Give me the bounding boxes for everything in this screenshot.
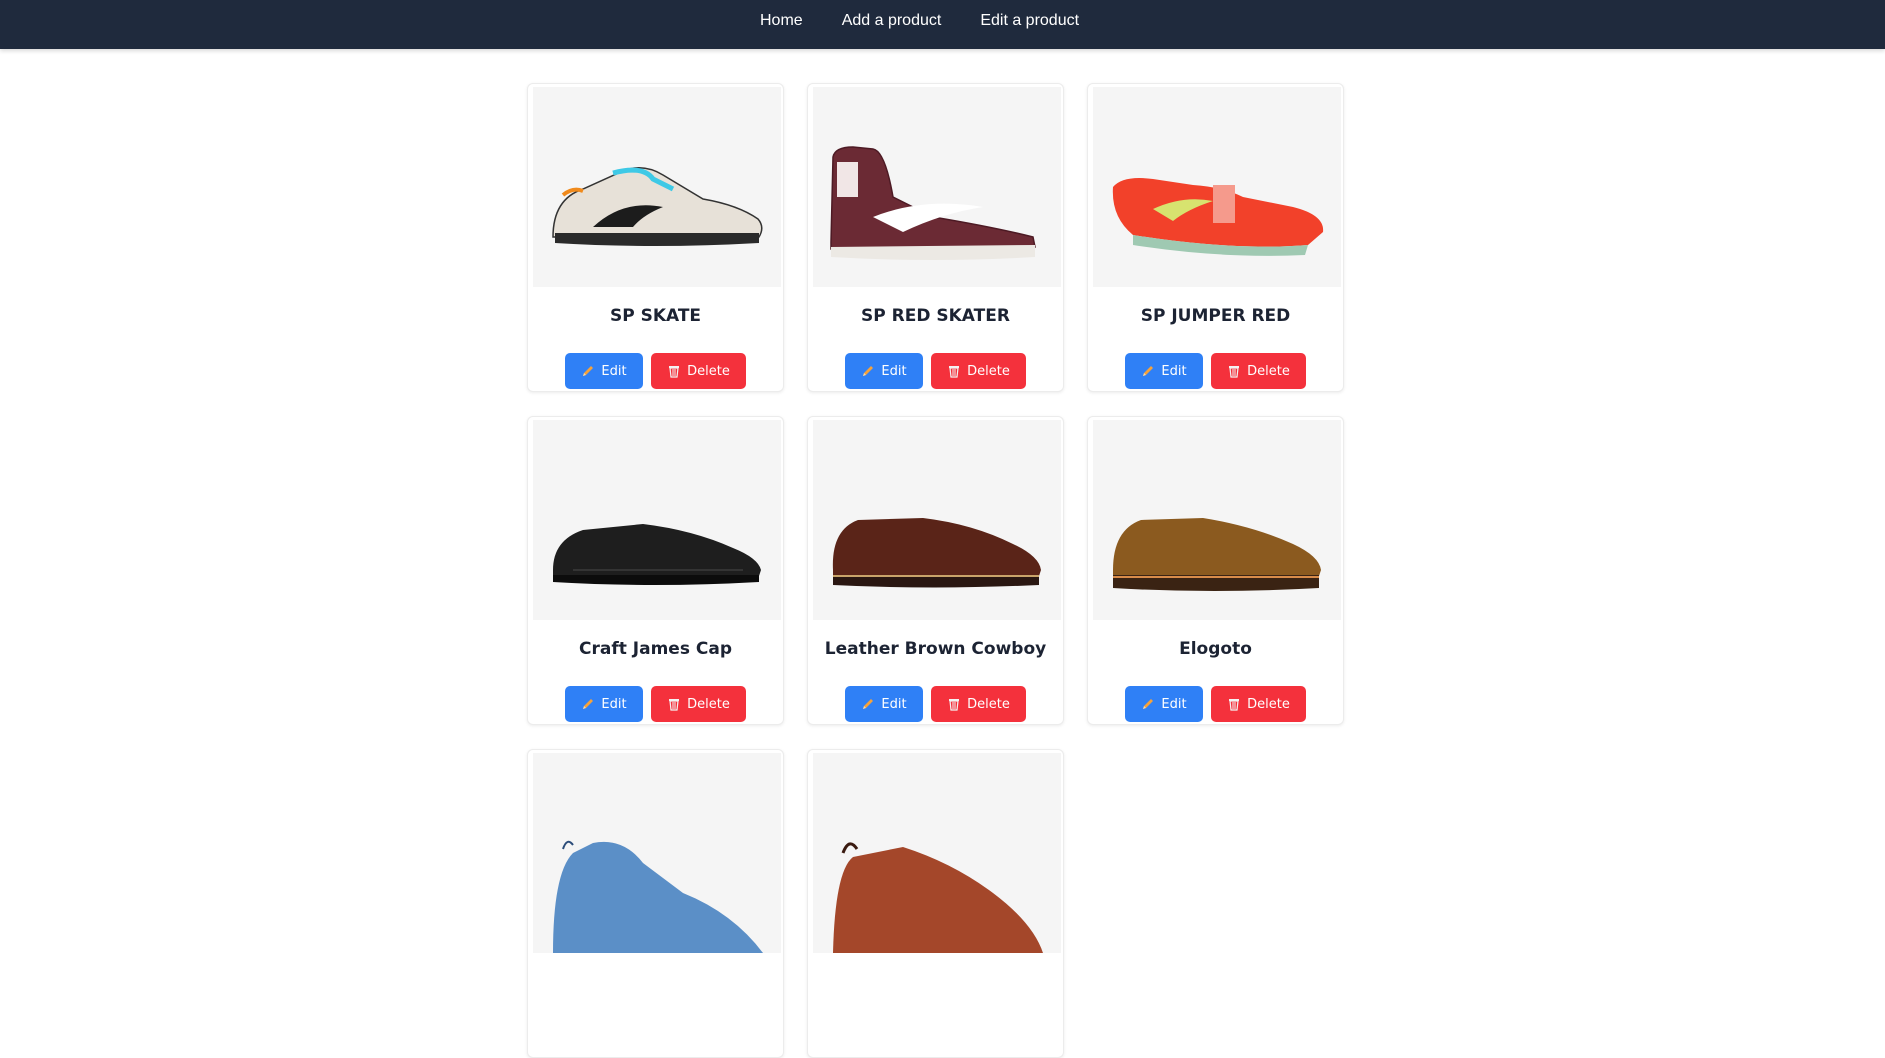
suede-brown-icon xyxy=(1093,420,1341,620)
edit-label: Edit xyxy=(881,363,907,379)
spike-red-icon xyxy=(1093,87,1341,287)
product-image xyxy=(813,753,1061,953)
nav-links: Home Add a product Edit a product xyxy=(760,0,1118,41)
oxford-black-icon xyxy=(533,420,781,620)
rust-shoe-icon xyxy=(813,753,1061,953)
delete-button[interactable]: Delete xyxy=(931,686,1026,722)
delete-label: Delete xyxy=(967,363,1010,379)
trash-icon xyxy=(669,699,680,711)
delete-button[interactable]: Delete xyxy=(651,686,746,722)
product-image xyxy=(1093,420,1341,620)
edit-button[interactable]: Edit xyxy=(845,686,923,722)
edit-label: Edit xyxy=(1161,696,1187,712)
product-image xyxy=(533,87,781,287)
delete-button[interactable]: Delete xyxy=(1211,353,1306,389)
brogue-brown-icon xyxy=(813,420,1061,620)
product-image xyxy=(813,87,1061,287)
nav-home[interactable]: Home xyxy=(760,12,803,30)
pencil-icon xyxy=(863,366,874,376)
sneaker-burgundy-high-icon xyxy=(813,87,1061,287)
product-card: Elogoto Edit Delete xyxy=(1087,416,1344,725)
product-actions: Edit Delete xyxy=(808,686,1063,722)
product-card: SP SKATE Edit Delete xyxy=(527,83,784,392)
pencil-icon xyxy=(583,699,594,709)
product-name: Craft James Cap xyxy=(579,639,732,659)
blue-sneaker-icon xyxy=(533,753,781,953)
delete-label: Delete xyxy=(967,696,1010,712)
delete-button[interactable]: Delete xyxy=(1211,686,1306,722)
trash-icon xyxy=(1229,366,1240,378)
delete-label: Delete xyxy=(1247,696,1290,712)
product-name: Leather Brown Cowboy xyxy=(824,639,1047,659)
product-image xyxy=(533,753,781,953)
product-grid: SP SKATE Edit Delete SP RED SKATER Edit … xyxy=(527,83,1347,1058)
trash-icon xyxy=(949,366,960,378)
sneaker-safari-icon xyxy=(533,87,781,287)
edit-label: Edit xyxy=(881,696,907,712)
pencil-icon xyxy=(1143,699,1154,709)
edit-label: Edit xyxy=(601,696,627,712)
delete-button[interactable]: Delete xyxy=(651,353,746,389)
product-image xyxy=(813,420,1061,620)
delete-label: Delete xyxy=(687,363,730,379)
product-card: Craft James Cap Edit Delete xyxy=(527,416,784,725)
product-actions: Edit Delete xyxy=(1088,353,1343,389)
product-card xyxy=(527,749,784,1058)
edit-button[interactable]: Edit xyxy=(565,686,643,722)
edit-button[interactable]: Edit xyxy=(1125,686,1203,722)
product-image xyxy=(533,420,781,620)
product-card xyxy=(807,749,1064,1058)
delete-button[interactable]: Delete xyxy=(931,353,1026,389)
edit-button[interactable]: Edit xyxy=(1125,353,1203,389)
nav-edit-product[interactable]: Edit a product xyxy=(980,12,1079,30)
product-name: SP SKATE xyxy=(609,306,702,326)
product-actions: Edit Delete xyxy=(528,353,783,389)
edit-button[interactable]: Edit xyxy=(565,353,643,389)
edit-label: Edit xyxy=(1161,363,1187,379)
product-image xyxy=(1093,87,1341,287)
product-actions: Edit Delete xyxy=(528,686,783,722)
trash-icon xyxy=(669,366,680,378)
pencil-icon xyxy=(1143,366,1154,376)
navbar: Home Add a product Edit a product xyxy=(0,0,1885,49)
pencil-icon xyxy=(863,699,874,709)
product-card: SP JUMPER RED Edit Delete xyxy=(1087,83,1344,392)
product-card: SP RED SKATER Edit Delete xyxy=(807,83,1064,392)
nav-add-product[interactable]: Add a product xyxy=(842,12,942,30)
delete-label: Delete xyxy=(687,696,730,712)
product-name: SP RED SKATER xyxy=(861,306,1010,326)
product-card: Leather Brown Cowboy Edit Delete xyxy=(807,416,1064,725)
edit-label: Edit xyxy=(601,363,627,379)
delete-label: Delete xyxy=(1247,363,1290,379)
product-actions: Edit Delete xyxy=(808,353,1063,389)
product-name: Elogoto xyxy=(1179,639,1252,659)
product-actions: Edit Delete xyxy=(1088,686,1343,722)
pencil-icon xyxy=(583,366,594,376)
trash-icon xyxy=(1229,699,1240,711)
edit-button[interactable]: Edit xyxy=(845,353,923,389)
product-name: SP JUMPER RED xyxy=(1140,306,1291,326)
trash-icon xyxy=(949,699,960,711)
